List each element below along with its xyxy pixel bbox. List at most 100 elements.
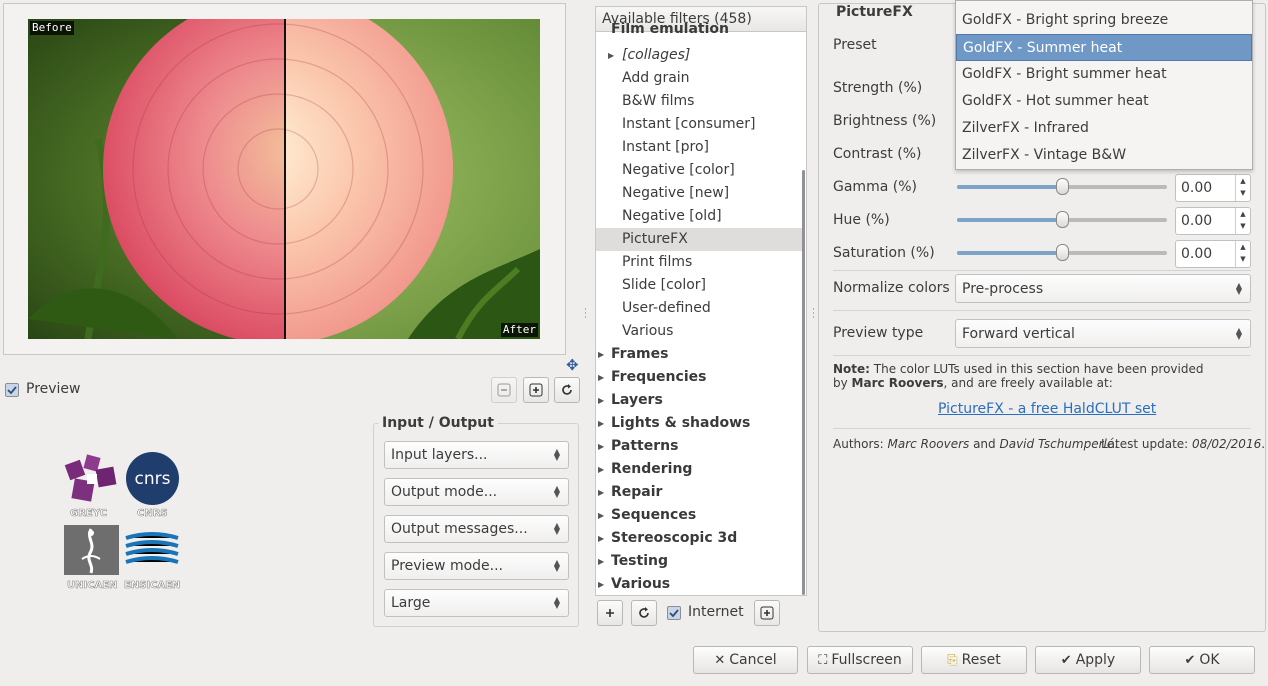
gamma-slider[interactable] bbox=[957, 178, 1167, 195]
filter-category[interactable]: ▶ Stereoscopic 3d bbox=[596, 527, 802, 550]
zoom-in-button[interactable] bbox=[523, 377, 549, 403]
filter-item[interactable]: Negative [color] bbox=[596, 159, 802, 182]
category-film-emulation[interactable]: Film emulation bbox=[596, 23, 802, 35]
refresh-filters-button[interactable] bbox=[631, 600, 657, 626]
expand-arrow-icon[interactable]: ▶ bbox=[598, 550, 604, 573]
expand-arrow-icon[interactable]: ▶ bbox=[598, 389, 604, 412]
filter-item[interactable]: Negative [old] bbox=[596, 205, 802, 228]
filter-category[interactable]: ▶ Frequencies bbox=[596, 366, 802, 389]
plus-box-icon bbox=[760, 606, 774, 620]
preview-image[interactable]: Before After bbox=[28, 19, 540, 339]
slider-fill bbox=[957, 218, 1062, 222]
slider-handle[interactable] bbox=[1056, 211, 1069, 228]
expand-arrow-icon[interactable]: ▶ bbox=[598, 527, 604, 550]
filter-item[interactable]: Negative [new] bbox=[596, 182, 802, 205]
filter-category[interactable]: ▶ Layers bbox=[596, 389, 802, 412]
expand-arrow-icon[interactable]: ▶ bbox=[608, 44, 614, 67]
splitter-handle-right[interactable]: · · · bbox=[812, 306, 815, 323]
expand-arrow-icon[interactable]: ▶ bbox=[598, 343, 604, 366]
filter-item[interactable]: PictureFX bbox=[596, 228, 802, 251]
check-icon bbox=[7, 386, 17, 395]
normalize-colors-select[interactable]: Pre-process ▲ ▼ bbox=[955, 274, 1251, 303]
filter-item[interactable]: Instant [pro] bbox=[596, 136, 802, 159]
spin-arrows-icon[interactable]: ▲ ▼ bbox=[1235, 175, 1250, 201]
add-fave-button[interactable] bbox=[597, 600, 623, 626]
filter-category[interactable]: ▶ Patterns bbox=[596, 435, 802, 458]
io-select-0[interactable]: Input layers... ▲ ▼ bbox=[384, 441, 569, 469]
filter-item[interactable]: Add grain bbox=[596, 67, 802, 90]
reset-button[interactable]: ⎘ Reset bbox=[921, 646, 1027, 674]
filter-category[interactable]: ▶ Various bbox=[596, 573, 802, 595]
cancel-button[interactable]: ✕ Cancel bbox=[693, 646, 798, 674]
category-label: Frequencies bbox=[611, 369, 707, 385]
expand-arrow-icon[interactable]: ▶ bbox=[598, 504, 604, 527]
zoom-out-button[interactable] bbox=[491, 377, 517, 403]
slider-handle[interactable] bbox=[1056, 244, 1069, 261]
gamma-spinbox[interactable]: 0.00 ▲ ▼ bbox=[1175, 174, 1251, 202]
preset-option[interactable]: GoldFX - Summer heat bbox=[956, 34, 1252, 61]
preview-label: Preview bbox=[26, 381, 81, 397]
preset-option[interactable]: GoldFX - Bright summer heat bbox=[956, 61, 1252, 88]
preview-checkbox[interactable] bbox=[5, 383, 19, 397]
preview-type-select[interactable]: Forward vertical ▲ ▼ bbox=[955, 319, 1251, 348]
expand-arrow-icon[interactable]: ▶ bbox=[598, 458, 604, 481]
expand-arrow-icon[interactable]: ▶ bbox=[598, 412, 604, 435]
refresh-icon bbox=[639, 607, 649, 618]
preset-option[interactable]: GoldFX - Bright spring breeze bbox=[956, 7, 1252, 34]
ensicaen-caption: ENSICAEN bbox=[124, 580, 181, 592]
filter-category[interactable]: ▶ Rendering bbox=[596, 458, 802, 481]
io-select-1[interactable]: Output mode... ▲ ▼ bbox=[384, 478, 569, 506]
internet-checkbox[interactable] bbox=[667, 606, 681, 620]
filter-category[interactable]: ▶ Lights & shadows bbox=[596, 412, 802, 435]
strength-label: Strength (%) bbox=[833, 80, 923, 96]
filter-category[interactable]: ▶ Frames bbox=[596, 343, 802, 366]
author-1: Marc Roovers bbox=[887, 437, 970, 451]
fullscreen-button[interactable]: ⛶ Fullscreen bbox=[807, 646, 913, 674]
hue-slider[interactable] bbox=[957, 211, 1167, 228]
filter-item[interactable]: User-defined bbox=[596, 297, 802, 320]
category-label: Various bbox=[611, 576, 671, 592]
move-icon[interactable]: ✥ bbox=[566, 356, 579, 374]
slider-handle[interactable] bbox=[1056, 178, 1069, 195]
updown-arrows-icon: ▲ ▼ bbox=[1235, 280, 1242, 296]
split-line[interactable] bbox=[284, 19, 286, 339]
apply-button[interactable]: ✔ Apply bbox=[1035, 646, 1141, 674]
filter-category[interactable]: ▶ Testing bbox=[596, 550, 802, 573]
spin-arrows-icon[interactable]: ▲ ▼ bbox=[1235, 208, 1250, 234]
filter-item[interactable]: Instant [consumer] bbox=[596, 113, 802, 136]
refresh-preview-button[interactable] bbox=[554, 377, 580, 403]
filters-scrollbar[interactable] bbox=[802, 170, 805, 595]
latest-update-text: Latest update: 08/02/2016. bbox=[1101, 437, 1265, 451]
io-select-2[interactable]: Output messages... ▲ ▼ bbox=[384, 515, 569, 543]
expand-arrow-icon[interactable]: ▶ bbox=[598, 435, 604, 458]
preset-option[interactable]: ZilverFX - Vintage B&W bbox=[956, 142, 1252, 169]
ok-button[interactable]: ✔ OK bbox=[1149, 646, 1255, 674]
filter-item[interactable]: Slide [color] bbox=[596, 274, 802, 297]
filter-item[interactable]: Various bbox=[596, 320, 802, 343]
expand-arrow-icon[interactable]: ▶ bbox=[598, 481, 604, 504]
spin-arrows-icon[interactable]: ▲ ▼ bbox=[1235, 241, 1250, 267]
expand-arrow-icon[interactable]: ▶ bbox=[598, 366, 604, 389]
filter-category[interactable]: ▶ Repair bbox=[596, 481, 802, 504]
filter-category[interactable]: ▶ Sequences bbox=[596, 504, 802, 527]
preset-option[interactable]: GoldFX - Hot summer heat bbox=[956, 88, 1252, 115]
io-select-3[interactable]: Preview mode... ▲ ▼ bbox=[384, 552, 569, 580]
io-select-4[interactable]: Large ▲ ▼ bbox=[384, 589, 569, 617]
saturation-slider[interactable] bbox=[957, 244, 1167, 261]
author-2: David Tschumperlé bbox=[999, 437, 1115, 451]
haldclut-link[interactable]: PictureFX - a free HaldCLUT set bbox=[938, 401, 1156, 417]
splitter-handle-left[interactable]: · · · bbox=[584, 306, 587, 323]
preset-option[interactable]: ZilverFX - Infrared bbox=[956, 115, 1252, 142]
brightness-label: Brightness (%) bbox=[833, 113, 937, 129]
filter-item-label: Print films bbox=[622, 254, 693, 270]
hue-spinbox[interactable]: 0.00 ▲ ▼ bbox=[1175, 207, 1251, 235]
filter-item[interactable]: ▶ [collages] bbox=[596, 44, 802, 67]
normalize-colors-label: Normalize colors bbox=[833, 280, 950, 296]
filter-item[interactable]: B&W films bbox=[596, 90, 802, 113]
filter-item[interactable]: Print films bbox=[596, 251, 802, 274]
expand-arrow-icon[interactable]: ▶ bbox=[598, 573, 604, 595]
reset-icon: ⎘ bbox=[947, 652, 958, 668]
category-label: Film emulation bbox=[611, 23, 729, 35]
expand-all-button[interactable] bbox=[754, 600, 780, 626]
saturation-spinbox[interactable]: 0.00 ▲ ▼ bbox=[1175, 240, 1251, 268]
